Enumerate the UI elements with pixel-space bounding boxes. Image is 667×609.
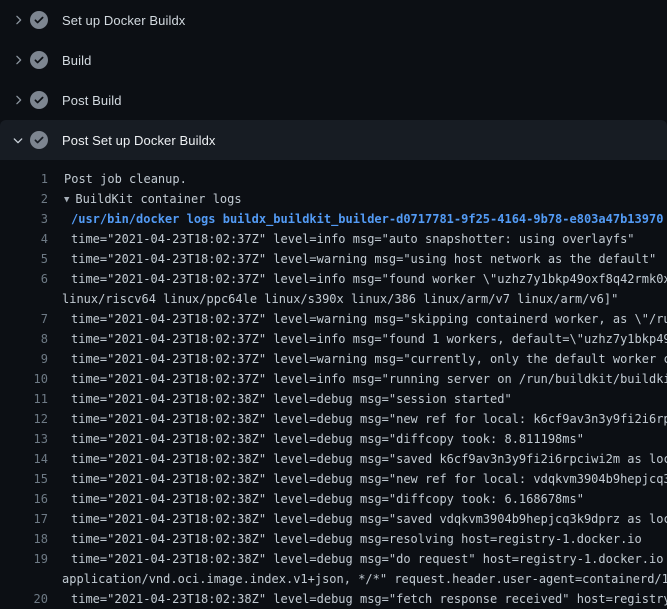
log-line-number[interactable]: 20 [0,589,48,609]
log-line: 3/usr/bin/docker logs buildx_buildkit_bu… [0,209,667,229]
log-group-label: BuildKit container logs [75,192,241,206]
check-circle-icon [30,131,48,149]
log-line-text: time="2021-04-23T18:02:38Z" level=debug … [71,409,667,429]
log-line-text: linux/riscv64 linux/ppc64le linux/s390x … [62,289,618,309]
log-line-number [0,569,48,589]
log-line: 1 Post job cleanup. [0,169,667,189]
log-line-number[interactable]: 3 [0,209,48,229]
log-line-text: time="2021-04-23T18:02:38Z" level=debug … [71,389,512,409]
log-line-number[interactable]: 4 [0,229,48,249]
log-line-text: Post job cleanup. [64,169,187,189]
log-line: linux/riscv64 linux/ppc64le linux/s390x … [0,289,667,309]
log-line: 4 time="2021-04-23T18:02:37Z" level=info … [0,229,667,249]
log-line: 10 time="2021-04-23T18:02:37Z" level=info… [0,369,667,389]
triangle-down-icon[interactable]: ▼ [64,190,69,209]
chevron-right-icon [11,53,25,67]
log-line-number[interactable]: 15 [0,469,48,489]
log-line-text: time="2021-04-23T18:02:37Z" level=warnin… [71,349,667,369]
log-line-text: time="2021-04-23T18:02:38Z" level=debug … [71,529,642,549]
log-line: 7 time="2021-04-23T18:02:37Z" level=warni… [0,309,667,329]
chevron-down-icon [11,133,25,147]
step-label: Set up Docker Buildx [62,13,185,28]
log-line: 17 time="2021-04-23T18:02:38Z" level=debu… [0,509,667,529]
log-line-number[interactable]: 6 [0,269,48,289]
log-line-number [0,289,48,309]
log-line-text: time="2021-04-23T18:02:37Z" level=info m… [71,329,667,349]
log-line-text: time="2021-04-23T18:02:38Z" level=debug … [71,489,584,509]
log-line-number[interactable]: 8 [0,329,48,349]
step-label: Post Set up Docker Buildx [62,133,216,148]
chevron-right-icon [11,93,25,107]
log-line-number[interactable]: 9 [0,349,48,369]
log-line-text: time="2021-04-23T18:02:38Z" level=debug … [71,449,667,469]
log-line-text: time="2021-04-23T18:02:37Z" level=info m… [71,229,635,249]
log-line: application/vnd.oci.image.index.v1+json,… [0,569,667,589]
step-row-set-up-docker-buildx[interactable]: Set up Docker Buildx [0,0,667,40]
check-circle-icon [30,91,48,109]
log-line-text: /usr/bin/docker logs buildx_buildkit_bui… [71,209,663,229]
log-line: 6 time="2021-04-23T18:02:37Z" level=info … [0,269,667,289]
log-line: 18 time="2021-04-23T18:02:38Z" level=debu… [0,529,667,549]
log-line-number[interactable]: 11 [0,389,48,409]
log-line: 11 time="2021-04-23T18:02:38Z" level=debu… [0,389,667,409]
log-line-text: time="2021-04-23T18:02:37Z" level=info m… [71,269,667,289]
log-line: 19 time="2021-04-23T18:02:38Z" level=debu… [0,549,667,569]
log-line: 5 time="2021-04-23T18:02:37Z" level=warni… [0,249,667,269]
log-line-number[interactable]: 12 [0,409,48,429]
log-line-text: time="2021-04-23T18:02:38Z" level=debug … [71,429,584,449]
log-line-number[interactable]: 13 [0,429,48,449]
log-line-number[interactable]: 1 [0,169,48,189]
log-line: 15 time="2021-04-23T18:02:38Z" level=debu… [0,469,667,489]
step-label: Post Build [62,93,122,108]
log-line: 20 time="2021-04-23T18:02:38Z" level=debu… [0,589,667,609]
log-line-text: ▼ BuildKit container logs [64,189,242,209]
log-line-number[interactable]: 16 [0,489,48,509]
log-line: 13 time="2021-04-23T18:02:38Z" level=debu… [0,429,667,449]
log-line: 16 time="2021-04-23T18:02:38Z" level=debu… [0,489,667,509]
step-row-build[interactable]: Build [0,40,667,80]
log-line-number[interactable]: 14 [0,449,48,469]
log-line-number[interactable]: 10 [0,369,48,389]
log-line-number[interactable]: 2 [0,189,48,209]
check-circle-icon [30,11,48,29]
log-line-number[interactable]: 5 [0,249,48,269]
check-circle-icon [30,51,48,69]
step-label: Build [62,53,91,68]
steps-list: Set up Docker Buildx Build Post Build Post … [0,0,667,160]
step-row-post-build[interactable]: Post Build [0,80,667,120]
log-group-header[interactable]: 2 ▼ BuildKit container logs [0,189,667,209]
log-line: 14 time="2021-04-23T18:02:38Z" level=debu… [0,449,667,469]
log-line: 9 time="2021-04-23T18:02:37Z" level=warni… [0,349,667,369]
log-line-number[interactable]: 17 [0,509,48,529]
log-line-text: time="2021-04-23T18:02:37Z" level=warnin… [71,309,667,329]
log-line-text: application/vnd.oci.image.index.v1+json,… [62,569,667,589]
log-line-text: time="2021-04-23T18:02:38Z" level=debug … [71,469,667,489]
log-console: 1 Post job cleanup. 2 ▼ BuildKit container l… [0,160,667,609]
log-line-number[interactable]: 7 [0,309,48,329]
step-row-post-set-up-docker-buildx[interactable]: Post Set up Docker Buildx [0,120,667,160]
log-line: 12 time="2021-04-23T18:02:38Z" level=debu… [0,409,667,429]
log-line-text: time="2021-04-23T18:02:37Z" level=info m… [71,369,667,389]
chevron-right-icon [11,13,25,27]
log-line-number[interactable]: 18 [0,529,48,549]
log-line-text: time="2021-04-23T18:02:38Z" level=debug … [71,549,667,569]
log-line-text: time="2021-04-23T18:02:37Z" level=warnin… [71,249,656,269]
log-line-text: time="2021-04-23T18:02:38Z" level=debug … [71,509,667,529]
log-line-text: time="2021-04-23T18:02:38Z" level=debug … [71,589,667,609]
log-line-number[interactable]: 19 [0,549,48,569]
log-line: 8 time="2021-04-23T18:02:37Z" level=info … [0,329,667,349]
